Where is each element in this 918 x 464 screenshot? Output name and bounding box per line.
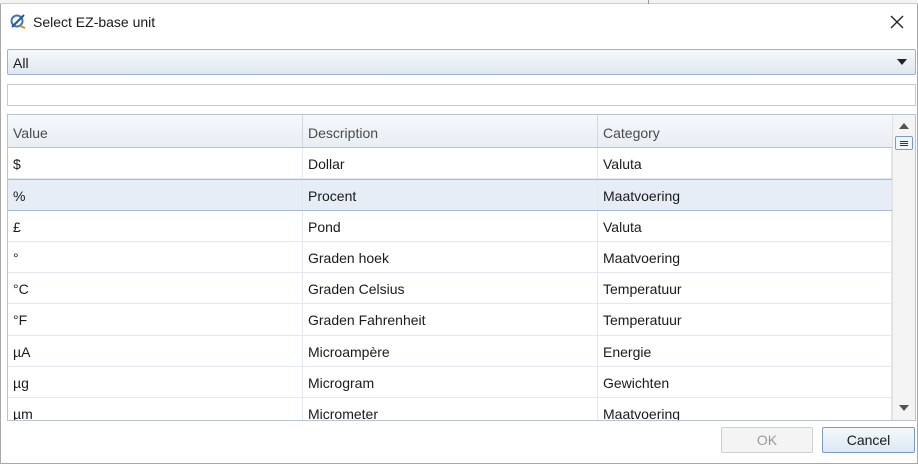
table-row[interactable]: °C Graden Celsius Temperatuur — [8, 273, 892, 305]
cell-category: Temperatuur — [598, 273, 892, 304]
cell-category: Maatvoering — [598, 241, 892, 273]
cell-value: £ — [8, 210, 303, 241]
category-dropdown[interactable]: All — [7, 49, 916, 75]
select-unit-dialog: Select EZ-base unit All Value Descriptio… — [0, 4, 918, 464]
cell-description: Graden Fahrenheit — [303, 304, 598, 335]
cell-category: Energie — [598, 335, 892, 367]
table-row[interactable]: £ Pond Valuta — [8, 210, 892, 242]
cell-value: µm — [8, 398, 303, 420]
search-input[interactable] — [7, 84, 916, 106]
cell-value: ° — [8, 241, 303, 273]
cell-description: Microampère — [303, 335, 598, 367]
units-grid: Value Description Category $ Dollar Valuta… — [7, 114, 916, 421]
cell-description: Microgram — [303, 367, 598, 398]
vertical-scrollbar[interactable] — [892, 115, 915, 420]
table-row[interactable]: µm Micrometer Maatvoering — [8, 398, 892, 420]
cancel-button[interactable]: Cancel — [822, 427, 915, 453]
cell-value: % — [8, 180, 303, 210]
table-row[interactable]: µA Microampère Energie — [8, 335, 892, 368]
cell-value: $ — [8, 148, 303, 179]
cell-value: µg — [8, 367, 303, 398]
scroll-up-icon[interactable] — [899, 123, 909, 129]
cell-value: °C — [8, 273, 303, 304]
cell-description: Procent — [303, 180, 598, 210]
column-header-description[interactable]: Description — [303, 115, 598, 147]
scrollbar-thumb[interactable] — [895, 136, 913, 150]
cell-category: Gewichten — [598, 367, 892, 398]
title-bar: Select EZ-base unit — [1, 4, 917, 42]
table-row[interactable]: $ Dollar Valuta — [8, 148, 892, 180]
grid-rows: $ Dollar Valuta% Procent Maatvoering £ Pond Val… — [8, 148, 892, 420]
cell-description: Pond — [303, 210, 598, 241]
cell-value: µA — [8, 335, 303, 367]
cell-category: Maatvoering — [598, 398, 892, 420]
cell-category: Valuta — [598, 210, 892, 241]
cell-value: °F — [8, 304, 303, 335]
dialog-title: Select EZ-base unit — [33, 14, 156, 30]
cell-description: Micrometer — [303, 398, 598, 420]
cell-category: Valuta — [598, 148, 892, 179]
close-icon — [890, 15, 904, 29]
category-dropdown-value: All — [13, 55, 29, 71]
column-header-category[interactable]: Category — [598, 115, 892, 147]
close-button[interactable] — [881, 8, 913, 36]
chevron-down-icon[interactable] — [897, 59, 907, 65]
cell-description: Dollar — [303, 148, 598, 179]
table-row[interactable]: °F Graden Fahrenheit Temperatuur — [8, 304, 892, 336]
table-row[interactable]: ° Graden hoek Maatvoering — [8, 241, 892, 274]
table-row[interactable]: µg Microgram Gewichten — [8, 367, 892, 399]
table-row[interactable]: % Procent Maatvoering — [8, 179, 892, 211]
scroll-down-icon[interactable] — [899, 405, 909, 411]
cell-description: Graden hoek — [303, 241, 598, 273]
cell-category: Maatvoering — [598, 180, 892, 210]
grid-header: Value Description Category — [8, 115, 892, 148]
ez-logo-icon — [10, 14, 26, 29]
cell-description: Graden Celsius — [303, 273, 598, 304]
cell-category: Temperatuur — [598, 304, 892, 335]
ok-button[interactable]: OK — [721, 427, 813, 453]
column-header-value[interactable]: Value — [8, 115, 303, 147]
